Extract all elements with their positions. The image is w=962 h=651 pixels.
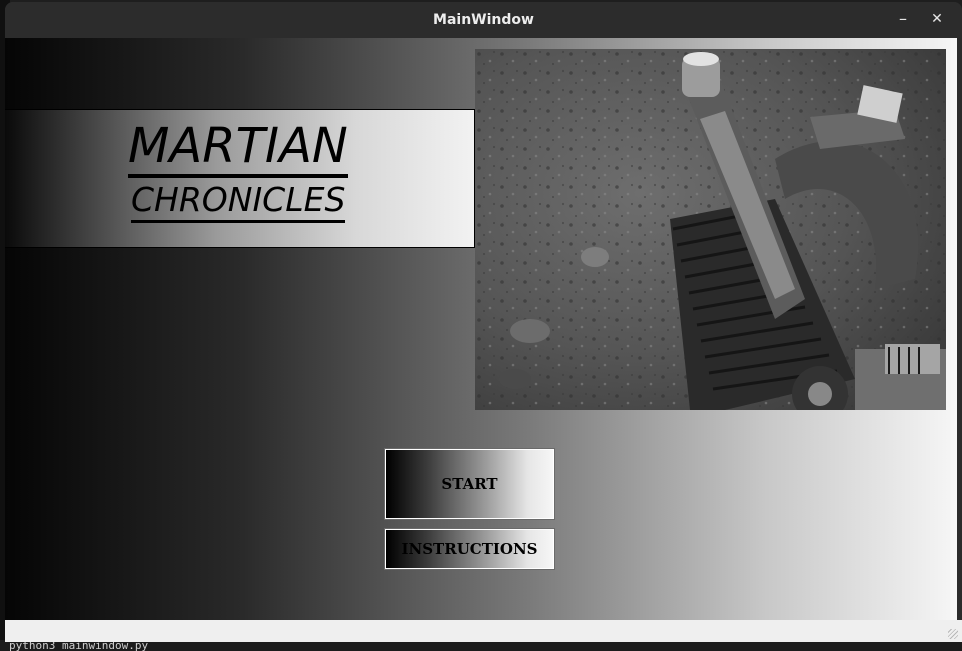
game-title-line-1: MARTIAN (128, 118, 348, 178)
title-banner: MARTIAN CHRONICLES (5, 109, 475, 248)
window-title: MainWindow (433, 12, 534, 28)
close-button[interactable]: ✕ (925, 8, 949, 32)
main-window: MainWindow – ✕ MARTIAN CHRONICLES START … (5, 2, 962, 642)
mars-rover-image (475, 49, 946, 410)
instructions-button[interactable]: INSTRUCTIONS (384, 528, 555, 570)
status-bar (5, 620, 962, 642)
minimize-icon: – (899, 9, 907, 28)
start-button[interactable]: START (384, 448, 555, 520)
title-bar[interactable]: MainWindow – ✕ (5, 2, 962, 38)
game-title-line-2: CHRONICLES (131, 180, 346, 223)
main-content: MARTIAN CHRONICLES START INSTRUCTIONS (5, 38, 957, 620)
resize-grip-icon[interactable] (948, 629, 958, 639)
minimize-button[interactable]: – (891, 8, 915, 32)
close-icon: ✕ (931, 11, 943, 27)
